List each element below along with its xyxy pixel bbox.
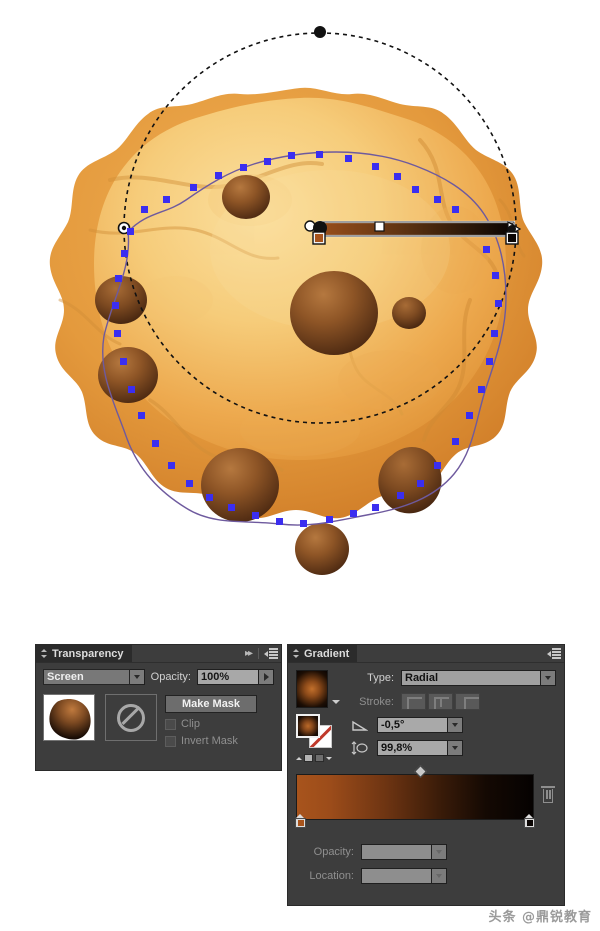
gradient-panel-header[interactable]: Gradient [288, 645, 564, 663]
chevron-down-icon[interactable] [129, 669, 145, 685]
stroke-within-gradient-icon[interactable] [401, 693, 426, 710]
chevron-down-icon[interactable] [432, 844, 447, 860]
transparency-panel[interactable]: Transparency ▸▸ Screen Opacity: 100% Mak… [36, 645, 281, 770]
gradient-stop-left[interactable] [295, 814, 306, 828]
gradient-location-value [361, 868, 432, 884]
panel-grip-icon [41, 649, 48, 658]
clip-checkbox-row[interactable]: Clip [165, 718, 257, 730]
gradient-angle-value: -0,5° [377, 717, 448, 733]
gradient-opacity-field[interactable] [361, 844, 447, 860]
chevron-down-icon[interactable] [332, 700, 340, 704]
panel-menu-icon[interactable] [264, 648, 278, 659]
gradient-aspect-value: 99,8% [377, 740, 448, 756]
chevron-down-icon[interactable] [541, 670, 556, 686]
gradient-start-stop-color [315, 234, 323, 242]
gradient-type-value: Radial [401, 670, 541, 686]
opacity-label: Opacity: [150, 671, 191, 683]
blend-mode-value: Screen [43, 669, 130, 685]
transparency-thumbnail[interactable] [43, 694, 95, 741]
invert-mask-checkbox-row[interactable]: Invert Mask [165, 735, 257, 747]
ellipse-left-handle-dot [121, 225, 127, 231]
fill-gradient-swatch[interactable] [296, 714, 320, 738]
reverse-gradient-icon[interactable] [296, 754, 340, 762]
artboard[interactable] [0, 0, 600, 640]
opacity-input[interactable]: 100% [197, 669, 259, 685]
panel-grip-icon [293, 649, 300, 658]
gradient-type-select[interactable]: Radial [401, 670, 556, 686]
ellipse-top-handle[interactable] [314, 26, 326, 38]
gradient-aspect-field[interactable]: 99,8% [377, 740, 463, 756]
clip-checkbox[interactable] [165, 718, 176, 730]
header-divider [258, 648, 259, 659]
invert-mask-label: Invert Mask [181, 735, 238, 747]
gradient-mid-handle[interactable] [374, 221, 385, 232]
gradient-angle-field[interactable]: -0,5° [377, 717, 463, 733]
stroke-along-gradient-icon[interactable] [428, 693, 453, 710]
gradient-slider-track[interactable] [295, 774, 535, 828]
type-label: Type: [367, 672, 394, 684]
gradient-slider[interactable] [295, 765, 556, 828]
panel-menu-icon[interactable] [547, 648, 561, 659]
cookie-artwork [49, 26, 543, 575]
invert-mask-checkbox[interactable] [165, 735, 176, 747]
gradient-opacity-value [361, 844, 432, 860]
chevron-down-icon[interactable] [448, 717, 463, 733]
cookie-thumbnail-icon [49, 699, 91, 740]
double-chevron-right-icon[interactable]: ▸▸ [245, 648, 253, 659]
watermark: 头条 @鼎锐教育 [488, 910, 592, 925]
gradient-tab[interactable]: Gradient [288, 645, 358, 662]
gradient-location-field[interactable] [361, 868, 447, 884]
gradient-angle-icon [350, 717, 370, 733]
trash-icon[interactable] [540, 786, 556, 806]
chevron-down-icon[interactable] [432, 868, 447, 884]
illustration-canvas[interactable] [0, 0, 600, 640]
mask-thumbnail-slot[interactable] [105, 694, 157, 741]
transparency-panel-header[interactable]: Transparency ▸▸ [36, 645, 281, 663]
fill-stroke-indicator[interactable] [296, 714, 334, 748]
opacity-flyout-icon[interactable] [259, 669, 274, 685]
blend-mode-select[interactable]: Screen [43, 669, 145, 685]
make-mask-button[interactable]: Make Mask [165, 695, 257, 713]
gradient-end-stop-color [508, 234, 516, 242]
stroke-label: Stroke: [359, 695, 394, 708]
gradient-panel[interactable]: Gradient Type: Radial Stroke: -0,5° 99,8… [288, 645, 564, 905]
gradient-opacity-label: Opacity: [313, 846, 354, 858]
clip-label: Clip [181, 718, 200, 730]
no-entry-icon [117, 703, 145, 732]
gradient-aspect-ratio-icon [350, 740, 370, 756]
gradient-stop-right[interactable] [524, 814, 535, 828]
gradient-location-label: Location: [309, 870, 354, 882]
transparency-tab-label: Transparency [52, 647, 124, 660]
transparency-tab[interactable]: Transparency [36, 645, 132, 662]
chevron-down-icon[interactable] [448, 740, 463, 756]
gradient-preview-swatch[interactable] [296, 670, 328, 708]
gradient-tab-label: Gradient [304, 647, 350, 660]
stroke-across-gradient-icon[interactable] [455, 693, 480, 710]
